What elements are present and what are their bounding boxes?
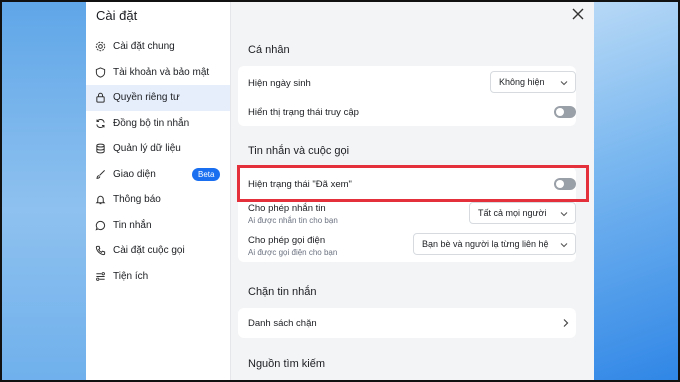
sidebar-item-messages[interactable]: Tin nhắn [86,213,230,239]
allow-calls-value: Bạn bè và người lạ từng liên hệ [422,239,549,249]
sidebar-item-appearance[interactable]: Giao diện Beta [86,162,230,188]
sidebar-item-label: Quyền riêng tư [113,92,180,104]
section-title-block: Chặn tin nhắn [248,286,317,298]
bell-icon [95,194,106,205]
sidebar-item-label: Cài đặt chung [113,41,175,53]
sidebar-item-utilities[interactable]: Tiện ích [86,264,230,290]
allow-calls-row: Cho phép gọi điện Ai được gọi điện cho b… [248,235,337,257]
birthday-select[interactable]: Không hiện [490,71,576,93]
sidebar-item-label: Tin nhắn [113,219,152,231]
sidebar-item-sync[interactable]: Đồng bộ tin nhắn [86,111,230,137]
sidebar-item-label: Đồng bộ tin nhắn [113,117,190,129]
personal-card: Hiện ngày sinh Không hiện Hiển thị trạng… [238,66,576,126]
chevron-down-icon [560,212,568,217]
sidebar-item-call-settings[interactable]: Cài đặt cuộc gọi [86,238,230,264]
block-list-label: Danh sách chặn [248,318,317,329]
allow-calls-label: Cho phép gọi điện [248,235,326,246]
shield-icon [95,67,106,78]
sidebar-item-general[interactable]: Cài đặt chung [86,34,230,60]
settings-dialog: Cài đặt Cài đặt chung Tài khoản và bảo m… [86,0,594,382]
sidebar-item-notifications[interactable]: Thông báo [86,187,230,213]
allow-messages-subtitle: Ai được nhắn tin cho bạn [248,216,338,225]
chevron-down-icon [560,243,568,248]
sidebar-item-label: Tài khoản và bảo mật [113,66,210,78]
sidebar-item-label: Thông báo [113,194,161,206]
desktop-background-right [594,0,680,382]
section-title-search-source: Nguồn tìm kiếm [248,358,326,370]
allow-messages-value: Tất cả mọi người [478,208,547,218]
lock-icon [95,92,106,103]
seen-status-toggle[interactable] [554,178,576,190]
allow-messages-select[interactable]: Tất cả mọi người [469,202,576,224]
sync-icon [95,118,106,129]
sidebar-item-account-security[interactable]: Tài khoản và bảo mật [86,60,230,86]
utilities-icon [95,271,106,282]
brush-icon [95,169,106,180]
phone-icon [95,245,106,256]
sidebar-item-data[interactable]: Quản lý dữ liệu [86,136,230,162]
beta-badge: Beta [192,167,221,181]
sidebar-item-label: Tiện ích [113,270,149,282]
section-title-personal: Cá nhân [248,44,290,56]
chevron-down-icon [560,81,568,86]
settings-content: Cá nhân Hiện ngày sinh Không hiện Hiển t… [230,0,594,382]
sidebar-item-label: Cài đặt cuộc gọi [113,245,185,257]
allow-messages-label: Cho phép nhắn tin [248,203,326,214]
access-status-toggle[interactable] [554,106,576,118]
settings-sidebar: Cài đặt Cài đặt chung Tài khoản và bảo m… [86,0,231,382]
desktop-background-left [0,0,86,382]
allow-calls-subtitle: Ai được gọi điện cho bạn [248,248,338,257]
messages-calls-card: Hiện trạng thái "Đã xem" Cho phép nhắn t… [238,167,576,262]
sidebar-item-label: Giao diện [113,168,156,180]
seen-status-label: Hiện trạng thái "Đã xem" [248,179,352,190]
sidebar-item-label: Quản lý dữ liệu [113,143,181,155]
sidebar-nav: Cài đặt chung Tài khoản và bảo mật Quyền… [86,34,230,289]
sidebar-item-privacy[interactable]: Quyền riêng tư [86,85,230,111]
birthday-select-value: Không hiện [499,77,545,87]
close-icon[interactable] [570,6,586,22]
allow-messages-row: Cho phép nhắn tin Ai được nhắn tin cho b… [248,203,338,225]
gear-icon [95,41,106,52]
database-icon [95,143,106,154]
access-status-label: Hiển thị trạng thái truy cập [248,107,359,118]
block-list-row[interactable]: Danh sách chặn [238,308,576,338]
allow-calls-select[interactable]: Bạn bè và người lạ từng liên hệ [413,233,576,255]
section-title-messages-calls: Tin nhắn và cuộc gọi [248,145,350,157]
chevron-right-icon [563,319,569,327]
chat-icon [95,220,106,231]
birthday-label: Hiện ngày sinh [248,78,311,89]
sidebar-title: Cài đặt [96,8,138,23]
